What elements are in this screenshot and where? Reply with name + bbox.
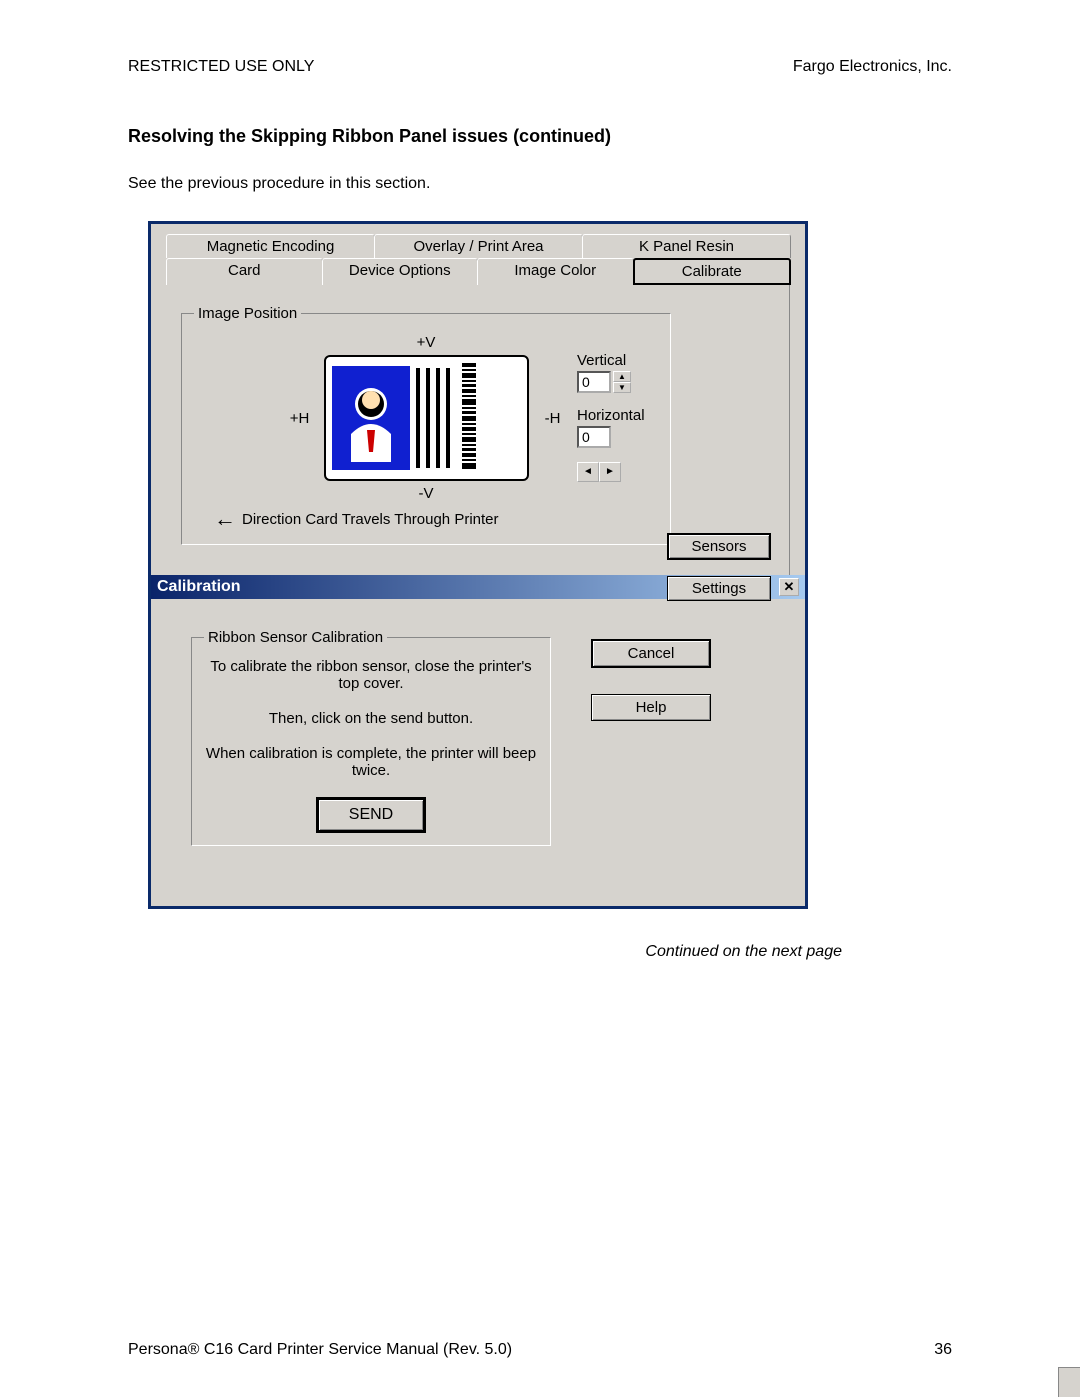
calibration-text-1: To calibrate the ribbon sensor, close th… (204, 658, 538, 692)
image-position-legend: Image Position (194, 305, 301, 322)
tab-magnetic-encoding[interactable]: Magnetic Encoding (166, 234, 375, 258)
arrow-left-icon: ← (214, 506, 236, 532)
horizontal-label: Horizontal (577, 407, 645, 424)
tab-overlay-print-area[interactable]: Overlay / Print Area (374, 234, 583, 258)
plus-v-label: +V (194, 334, 658, 351)
horizontal-right-button[interactable]: ► (599, 462, 621, 482)
horizontal-input[interactable] (577, 426, 611, 448)
tab-card[interactable]: Card (166, 258, 323, 285)
footer-left: Persona® C16 Card Printer Service Manual… (128, 1341, 512, 1359)
cancel-button[interactable]: Cancel (591, 639, 711, 668)
calibration-dialog: Calibration ✕ Ribbon Sensor Calibration … (151, 575, 805, 906)
send-button[interactable]: SEND (316, 797, 426, 833)
sensors-button[interactable]: Sensors (667, 533, 771, 560)
vertical-input[interactable] (577, 371, 611, 393)
vertical-down-button[interactable]: ▼ (613, 382, 631, 393)
direction-text: Direction Card Travels Through Printer (242, 511, 499, 528)
minus-v-label: -V (194, 485, 658, 502)
image-position-group: Image Position +V +H (181, 305, 671, 545)
tab-device-options[interactable]: Device Options (322, 258, 479, 285)
settings-button[interactable]: Settings (667, 576, 771, 601)
minus-h-label: -H (539, 410, 567, 427)
header-left: RESTRICTED USE ONLY (128, 58, 314, 76)
continued-text: Continued on the next page (128, 943, 842, 961)
tab-k-panel-resin[interactable]: K Panel Resin (582, 234, 791, 258)
close-icon[interactable]: ✕ (779, 578, 799, 596)
help-button[interactable]: Help (591, 694, 711, 721)
card-photo-icon (332, 366, 410, 470)
resize-grip-icon (1058, 1367, 1080, 1397)
dialog-title: Calibration (157, 578, 241, 596)
calibration-text-3: When calibration is complete, the printe… (204, 745, 538, 779)
tab-image-color[interactable]: Image Color (477, 258, 634, 285)
printer-properties-window: Magnetic Encoding Overlay / Print Area K… (148, 221, 808, 909)
barcode-icon (456, 363, 482, 473)
page-title: Resolving the Skipping Ribbon Panel issu… (128, 126, 952, 147)
vertical-up-button[interactable]: ▲ (613, 371, 631, 382)
calibration-text-2: Then, click on the send button. (204, 710, 538, 727)
ribbon-sensor-calibration-group: Ribbon Sensor Calibration To calibrate t… (191, 629, 551, 846)
vertical-label: Vertical (577, 352, 645, 369)
tab-calibrate[interactable]: Calibrate (633, 258, 792, 285)
plus-h-label: +H (286, 410, 314, 427)
header-right: Fargo Electronics, Inc. (793, 58, 952, 76)
card-bars-icon (416, 368, 450, 468)
card-preview (324, 355, 529, 481)
intro-text: See the previous procedure in this secti… (128, 175, 952, 193)
footer-page-number: 36 (934, 1341, 952, 1359)
horizontal-left-button[interactable]: ◄ (577, 462, 599, 482)
ribbon-sensor-legend: Ribbon Sensor Calibration (204, 629, 387, 646)
